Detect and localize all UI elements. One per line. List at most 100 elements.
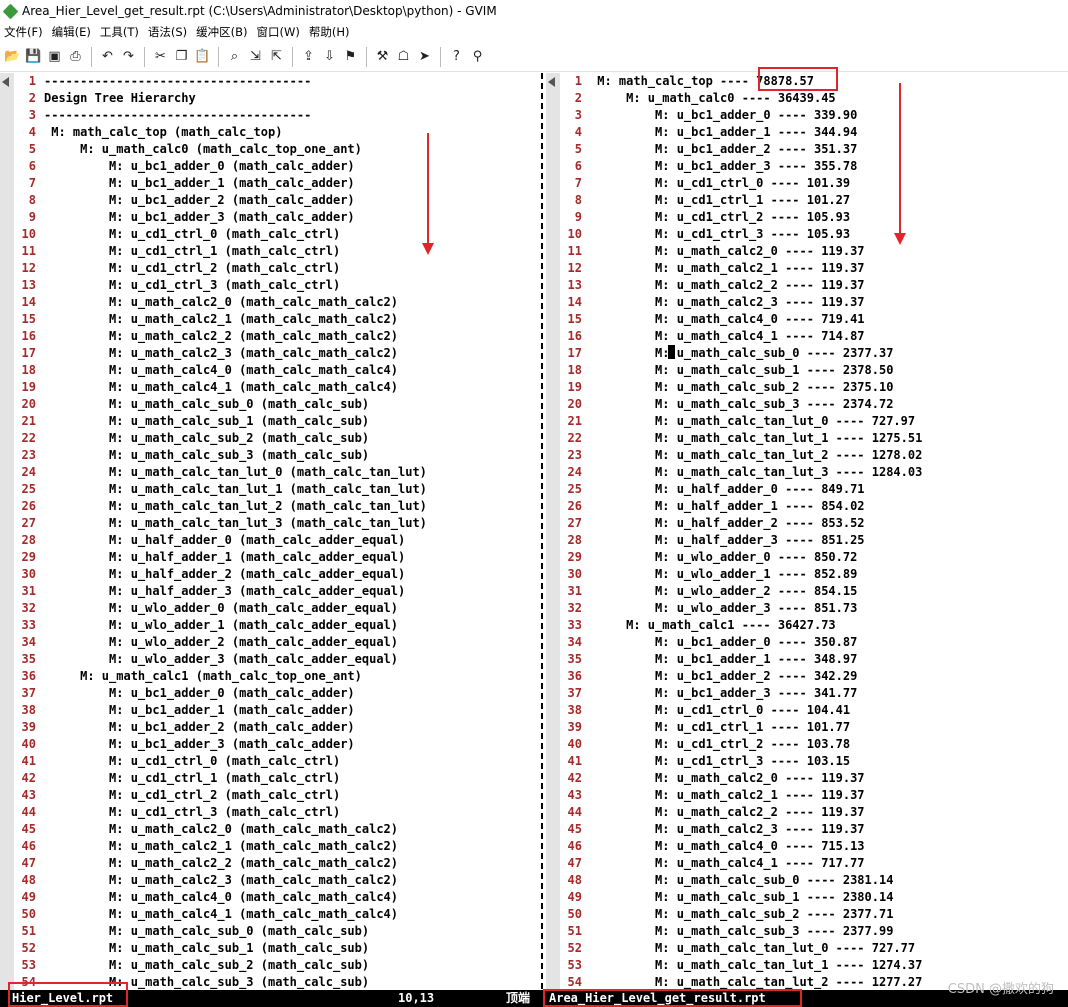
save-icon[interactable]: 💾 bbox=[23, 46, 44, 68]
open-icon[interactable]: 📂 bbox=[2, 46, 23, 68]
left-line: 11 M: u_cd1_ctrl_1 (math_calc_ctrl) bbox=[0, 243, 427, 260]
load-session-icon[interactable]: ⇪ bbox=[298, 46, 319, 68]
menu-bar: 文件(F) 编辑(E) 工具(T) 语法(S) 缓冲区(B) 窗口(W) 帮助(… bbox=[0, 22, 1068, 42]
cut-icon[interactable]: ✂ bbox=[150, 46, 171, 68]
run-script-icon[interactable]: ⚑ bbox=[340, 46, 361, 68]
paste-icon[interactable]: 📋 bbox=[192, 46, 213, 68]
help-icon[interactable]: ? bbox=[446, 46, 467, 68]
right-line: 17 M: u_math_calc_sub_0 ---- 2377.37 bbox=[546, 345, 922, 362]
line-number: 7 bbox=[28, 176, 36, 190]
line-number: 13 bbox=[567, 278, 582, 292]
find-replace-icon[interactable]: ⌕ bbox=[224, 46, 245, 68]
left-line: 21 M: u_math_calc_sub_1 (math_calc_sub) bbox=[0, 413, 427, 430]
menu-syntax[interactable]: 语法(S) bbox=[146, 24, 194, 40]
right-line: 34 M: u_bc1_adder_0 ---- 350.87 bbox=[546, 634, 922, 651]
menu-window[interactable]: 窗口(W) bbox=[255, 24, 307, 40]
line-number: 8 bbox=[28, 193, 36, 207]
line-text: M: u_math_calc2_1 (math_calc_math_calc2) bbox=[44, 312, 399, 326]
line-text: M: u_math_calc2_0 ---- 119.37 bbox=[590, 244, 865, 258]
run-ctags-icon[interactable]: ☖ bbox=[393, 46, 414, 68]
line-text: M: u_cd1_ctrl_0 ---- 104.41 bbox=[590, 703, 851, 717]
line-number: 40 bbox=[567, 737, 582, 751]
left-line: 16 M: u_math_calc2_2 (math_calc_math_cal… bbox=[0, 328, 427, 345]
scroll-position: 顶端 bbox=[506, 991, 531, 1005]
find-next-icon[interactable]: ⇲ bbox=[245, 46, 266, 68]
line-text: M: u_cd1_ctrl_2 ---- 103.78 bbox=[590, 737, 851, 751]
right-line: 26 M: u_half_adder_1 ---- 854.02 bbox=[546, 498, 922, 515]
line-text: M: u_cd1_ctrl_0 (math_calc_ctrl) bbox=[44, 227, 341, 241]
line-number: 24 bbox=[21, 465, 36, 479]
undo-icon[interactable]: ↶ bbox=[97, 46, 118, 68]
line-text: M: u_math_calc_tan_lut_1 ---- 1275.51 bbox=[590, 431, 923, 445]
left-line: 28 M: u_half_adder_0 (math_calc_adder_eq… bbox=[0, 532, 427, 549]
find-help-icon[interactable]: ⚲ bbox=[467, 46, 488, 68]
line-text: M: u_math_calc2_3 ---- 119.37 bbox=[590, 822, 865, 836]
left-line: 3 ------------------------------------- bbox=[0, 107, 427, 124]
line-number: 16 bbox=[567, 329, 582, 343]
line-number: 29 bbox=[567, 550, 582, 564]
line-text: M: u_math_calc_sub_3 (math_calc_sub) bbox=[44, 975, 370, 989]
left-editor-pane[interactable]: 1 ------------------------------------- 2 D… bbox=[0, 73, 538, 990]
annotation-arrow-down-icon bbox=[894, 83, 906, 245]
vertical-split-divider[interactable] bbox=[538, 73, 546, 990]
right-line: 40 M: u_cd1_ctrl_2 ---- 103.78 bbox=[546, 736, 922, 753]
line-number: 47 bbox=[567, 856, 582, 870]
find-prev-icon[interactable]: ⇱ bbox=[266, 46, 287, 68]
line-number: 28 bbox=[567, 533, 582, 547]
line-number: 20 bbox=[567, 397, 582, 411]
right-line: 36 M: u_bc1_adder_2 ---- 342.29 bbox=[546, 668, 922, 685]
line-number: 45 bbox=[21, 822, 36, 836]
left-line: 7 M: u_bc1_adder_1 (math_calc_adder) bbox=[0, 175, 427, 192]
line-text: M: u_math_calc2_0 (math_calc_math_calc2) bbox=[44, 295, 399, 309]
save-session-icon[interactable]: ⇩ bbox=[319, 46, 340, 68]
right-line: 33 M: u_math_calc1 ---- 36427.73 bbox=[546, 617, 922, 634]
right-file-name[interactable]: Area_Hier_Level_get_result.rpt bbox=[549, 990, 766, 1007]
line-number: 39 bbox=[567, 720, 582, 734]
line-number: 14 bbox=[567, 295, 582, 309]
right-line: 31 M: u_wlo_adder_2 ---- 854.15 bbox=[546, 583, 922, 600]
line-number: 42 bbox=[21, 771, 36, 785]
line-number: 52 bbox=[21, 941, 36, 955]
line-text: M: u_math_calc_tan_lut_2 (math_calc_tan_… bbox=[44, 499, 427, 513]
line-number: 32 bbox=[567, 601, 582, 615]
right-line: 46 M: u_math_calc4_0 ---- 715.13 bbox=[546, 838, 922, 855]
menu-tools[interactable]: 工具(T) bbox=[98, 24, 146, 40]
line-number: 53 bbox=[567, 958, 582, 972]
line-text: M: u_math_calc1 (math_calc_top_one_ant) bbox=[44, 669, 362, 683]
line-text: M: u_math_calc4_0 (math_calc_math_calc4) bbox=[44, 890, 399, 904]
line-number: 11 bbox=[567, 244, 582, 258]
line-text: M: u_math_calc2_1 (math_calc_math_calc2) bbox=[44, 839, 399, 853]
line-text: M: u_wlo_adder_0 ---- 850.72 bbox=[590, 550, 858, 564]
line-text: M: u_math_calc4_1 (math_calc_math_calc4) bbox=[44, 907, 399, 921]
line-number: 38 bbox=[21, 703, 36, 717]
right-editor-pane[interactable]: 1 M: math_calc_top ---- 78878.57 2 M: u_m… bbox=[546, 73, 1068, 990]
save-all-icon[interactable]: ▣ bbox=[44, 46, 65, 68]
line-number: 39 bbox=[21, 720, 36, 734]
menu-buffers[interactable]: 缓冲区(B) bbox=[194, 24, 254, 40]
right-line: 48 M: u_math_calc_sub_0 ---- 2381.14 bbox=[546, 872, 922, 889]
make-icon[interactable]: ⚒ bbox=[372, 46, 393, 68]
line-text: M: u_math_calc2_1 ---- 119.37 bbox=[590, 261, 865, 275]
menu-file[interactable]: 文件(F) bbox=[2, 24, 50, 40]
line-text: M: u_math_calc_sub_1 ---- 2378.50 bbox=[590, 363, 894, 377]
copy-icon[interactable]: ❐ bbox=[171, 46, 192, 68]
redo-icon[interactable]: ↷ bbox=[118, 46, 139, 68]
menu-help[interactable]: 帮助(H) bbox=[307, 24, 357, 40]
line-text: M: u_bc1_adder_2 ---- 342.29 bbox=[590, 669, 858, 683]
left-file-name[interactable]: Hier_Level.rpt bbox=[12, 990, 113, 1007]
tag-jump-icon[interactable]: ➤ bbox=[414, 46, 435, 68]
line-number: 15 bbox=[567, 312, 582, 326]
left-line: 23 M: u_math_calc_sub_3 (math_calc_sub) bbox=[0, 447, 427, 464]
line-number: 20 bbox=[21, 397, 36, 411]
left-line: 31 M: u_half_adder_3 (math_calc_adder_eq… bbox=[0, 583, 427, 600]
line-text: M: u_math_calc1 ---- 36427.73 bbox=[590, 618, 836, 632]
line-text: M: u_bc1_adder_1 (math_calc_adder) bbox=[44, 176, 355, 190]
title-bar: Area_Hier_Level_get_result.rpt (C:\Users… bbox=[0, 0, 1068, 22]
line-text: M: u_math_calc4_0 ---- 715.13 bbox=[590, 839, 865, 853]
line-text: M: u_cd1_ctrl_1 (math_calc_ctrl) bbox=[44, 244, 341, 258]
toolbar-separator bbox=[91, 46, 92, 67]
line-text: M: u_math_calc4_0 ---- 719.41 bbox=[590, 312, 865, 326]
print-icon[interactable]: ⎙ bbox=[65, 46, 86, 68]
menu-edit[interactable]: 编辑(E) bbox=[50, 24, 98, 40]
left-line: 27 M: u_math_calc_tan_lut_3 (math_calc_t… bbox=[0, 515, 427, 532]
